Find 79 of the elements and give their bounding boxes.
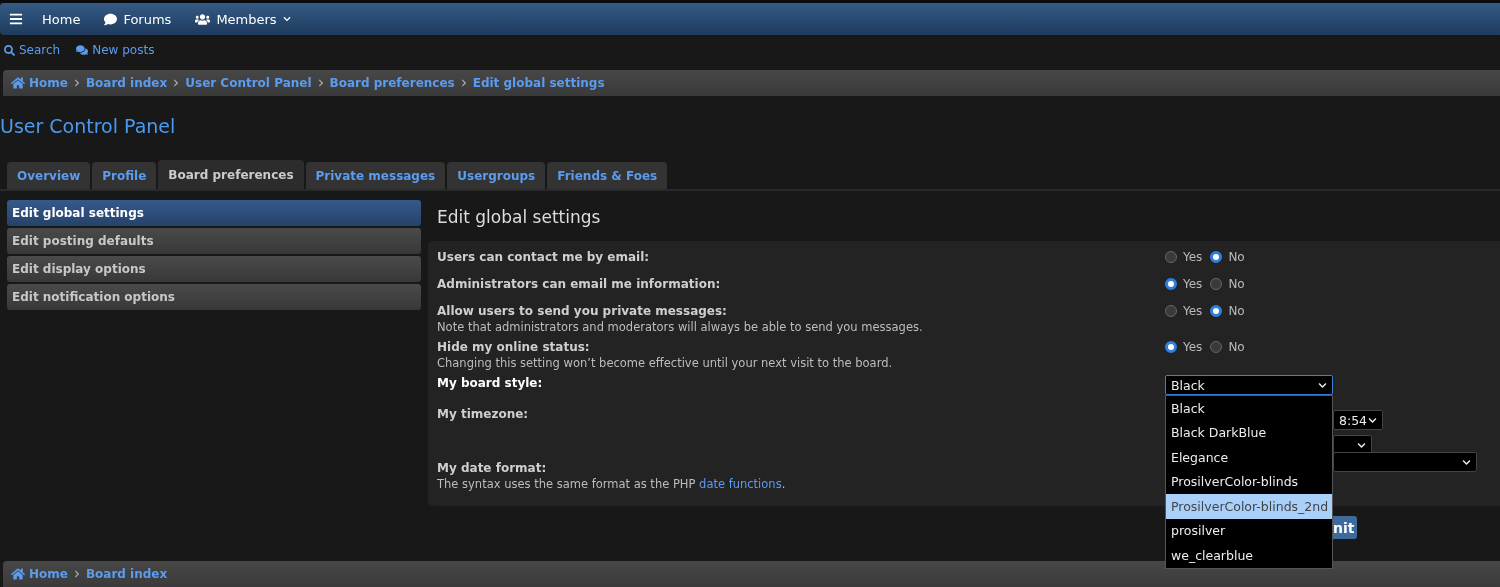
tab[interactable]: Private messages (305, 162, 446, 189)
dropdown-option[interactable]: Elegance (1166, 445, 1332, 470)
dropdown-option[interactable]: we_clearblue (1166, 543, 1332, 568)
setting-label: Hide my online status: (437, 339, 591, 355)
chevron-icon (459, 79, 468, 87)
chevron-icon (1462, 457, 1471, 467)
nav-link[interactable]: Forums (104, 11, 172, 27)
tab[interactable]: Overview (7, 162, 91, 189)
tab[interactable]: Profile (92, 162, 157, 189)
radio-button[interactable] (1165, 341, 1177, 353)
radio-button[interactable] (1210, 305, 1223, 317)
submit-button[interactable]: nit (1333, 516, 1358, 539)
breadcrumb-link[interactable]: Edit global settings (472, 76, 605, 90)
dropdown-option[interactable]: Black (1166, 396, 1332, 421)
new-posts-link[interactable]: New posts (76, 43, 155, 57)
dropdown-option[interactable]: ProsilverColor-blinds_2nd (1166, 494, 1332, 519)
time-select[interactable]: 8:54 (1333, 410, 1383, 430)
page-title: User Control Panel (0, 116, 177, 136)
setting-note: The syntax uses the same format as the PHP date functions. (437, 476, 787, 492)
sidebar-item[interactable]: Edit display options (7, 256, 421, 282)
radio-button[interactable] (1165, 251, 1177, 263)
radio-option[interactable]: No (1210, 340, 1245, 354)
breadcrumb-link[interactable]: User Control Panel (185, 76, 312, 90)
style-select[interactable]: Black (1165, 375, 1333, 395)
setting-note: Changing this setting won’t become effective until your next visit to the board. (437, 355, 894, 371)
chevron-icon (1357, 440, 1366, 450)
breadcrumb-link[interactable]: Board index (85, 76, 168, 90)
home-icon (11, 76, 25, 90)
radio-button[interactable] (1210, 341, 1223, 353)
chevron-icon (72, 570, 81, 578)
tab[interactable]: Usergroups (447, 162, 546, 189)
chevron-icon (1368, 415, 1377, 425)
dropdown-option[interactable]: Black DarkBlue (1166, 420, 1332, 445)
home-icon (11, 567, 25, 581)
radio-option[interactable]: Yes (1165, 304, 1203, 318)
search-icon (4, 44, 15, 56)
setting-label: Users can contact me by email: (437, 249, 651, 265)
speech-bubble-icon (104, 12, 118, 26)
radio-option[interactable]: No (1210, 250, 1245, 264)
radio-option[interactable]: No (1210, 277, 1245, 291)
setting-label: Administrators can email me information: (437, 276, 722, 292)
setting-label: My date format: (437, 460, 548, 476)
tab[interactable]: Board preferences (158, 160, 304, 189)
radio-button[interactable] (1210, 278, 1223, 290)
dropdown-option[interactable]: ProsilverColor-blinds (1166, 469, 1332, 494)
timezone-select[interactable] (1333, 435, 1372, 455)
menu-icon[interactable] (9, 12, 23, 26)
breadcrumb-link[interactable]: Board index (85, 567, 168, 581)
breadcrumb-link[interactable]: Home (11, 567, 68, 581)
speech-bubbles-icon (76, 44, 89, 56)
nav-link[interactable]: Members (195, 11, 291, 27)
chevron-icon (316, 79, 325, 87)
setting-label: My timezone: (437, 406, 530, 422)
chevron-icon (72, 79, 81, 87)
search-link[interactable]: Search (4, 43, 61, 57)
sidebar-item[interactable]: Edit notification options (7, 284, 421, 310)
setting-note: Note that administrators and moderators will always be able to send you messages. (437, 319, 924, 335)
nav-link[interactable]: Home (42, 11, 81, 27)
dropdown-option[interactable]: prosilver (1166, 518, 1332, 543)
breadcrumb-link[interactable]: Board preferences (329, 76, 455, 90)
date-format-select[interactable] (1333, 452, 1477, 472)
chevron-icon (172, 79, 181, 87)
users-icon (195, 11, 211, 27)
radio-button[interactable] (1165, 278, 1177, 290)
radio-option[interactable]: Yes (1165, 340, 1203, 354)
date-functions-link[interactable]: date functions (699, 477, 782, 491)
section-title: Edit global settings (437, 206, 602, 228)
radio-button[interactable] (1165, 305, 1177, 317)
radio-option[interactable]: Yes (1165, 250, 1203, 264)
radio-button[interactable] (1210, 251, 1223, 263)
tab[interactable]: Friends & Foes (547, 162, 668, 189)
setting-label: Allow users to send you private messages: (437, 303, 728, 319)
breadcrumb-link[interactable]: Home (11, 76, 68, 90)
chevron-icon (1318, 380, 1327, 390)
radio-option[interactable]: Yes (1165, 277, 1203, 291)
setting-label: My board style: (437, 375, 544, 391)
sidebar-item[interactable]: Edit global settings (7, 200, 421, 226)
sidebar-item[interactable]: Edit posting defaults (7, 228, 421, 254)
radio-option[interactable]: No (1210, 304, 1245, 318)
